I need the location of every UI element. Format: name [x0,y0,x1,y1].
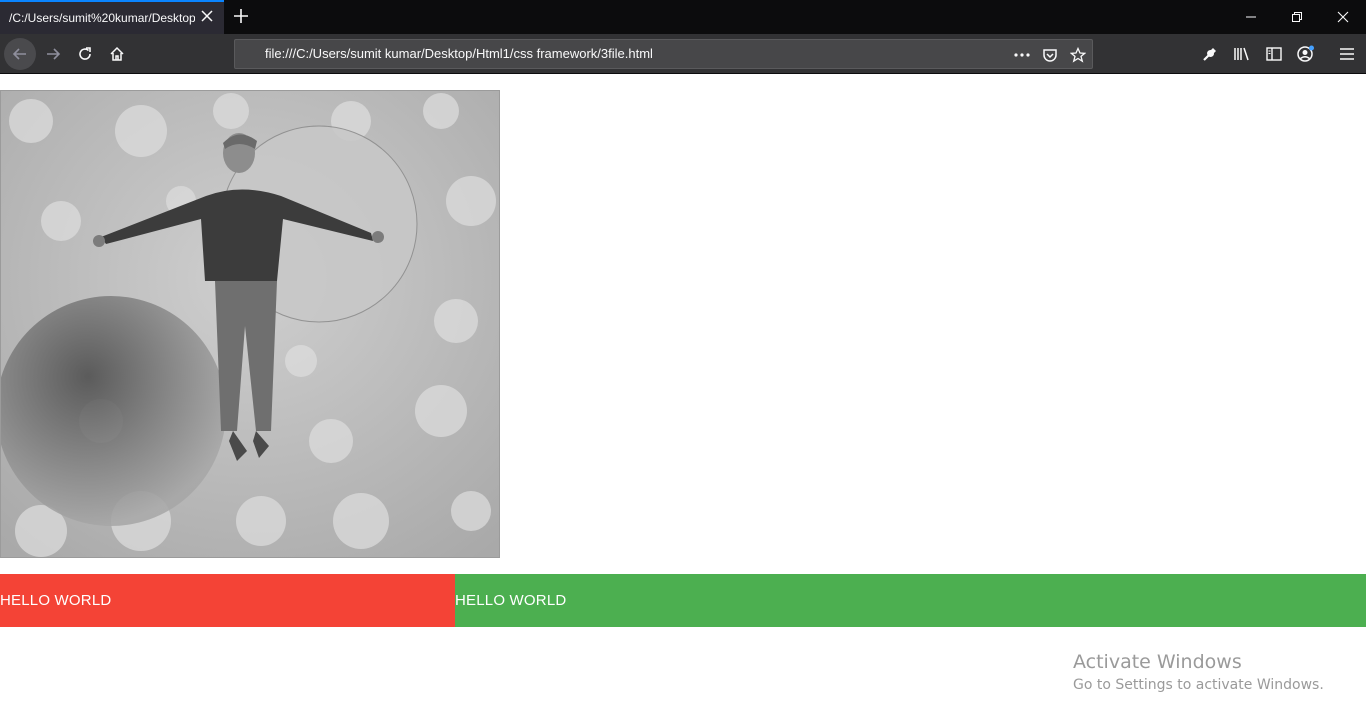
plus-icon[interactable] [230,4,252,28]
more-icon[interactable] [1012,45,1032,65]
sidebar-icon[interactable] [1263,43,1285,65]
account-icon[interactable] [1295,43,1317,65]
red-hello-bar: HELLO WORLD [0,574,455,627]
tab-strip: /C:/Users/sumit%20kumar/Desktop/Html1/cs… [0,0,1366,34]
star-icon[interactable] [1068,45,1088,65]
red-bar-text: HELLO WORLD [0,592,112,609]
activate-windows-title: Activate Windows [1073,651,1242,673]
arrow-right-icon[interactable] [37,38,69,70]
green-bar-text: HELLO WORLD [455,592,567,609]
address-bar[interactable]: file:///C:/Users/sumit kumar/Desktop/Htm… [234,39,1093,69]
restore-icon[interactable] [1274,0,1320,34]
hero-photo [0,90,500,558]
close-icon[interactable] [198,8,216,26]
close-icon[interactable] [1320,0,1366,34]
navigation-toolbar: file:///C:/Users/sumit kumar/Desktop/Htm… [0,34,1366,74]
pocket-icon[interactable] [1040,45,1060,65]
minimize-icon[interactable] [1228,0,1274,34]
home-icon[interactable] [101,38,133,70]
menu-icon[interactable] [1336,43,1358,65]
tab-title: /C:/Users/sumit%20kumar/Desktop/Html1/cs… [9,11,195,25]
reload-icon[interactable] [69,38,101,70]
tab-active[interactable]: /C:/Users/sumit%20kumar/Desktop/Html1/cs… [0,0,224,34]
wrench-icon[interactable] [1199,43,1221,65]
page-content: HELLO WORLD HELLO WORLD Activate Windows… [0,75,1366,728]
url-text[interactable]: file:///C:/Users/sumit kumar/Desktop/Htm… [265,46,653,61]
library-icon[interactable] [1231,43,1253,65]
arrow-left-icon[interactable] [4,38,36,70]
green-hello-bar: HELLO WORLD [455,574,1366,627]
activate-windows-subtitle: Go to Settings to activate Windows. [1073,677,1324,693]
